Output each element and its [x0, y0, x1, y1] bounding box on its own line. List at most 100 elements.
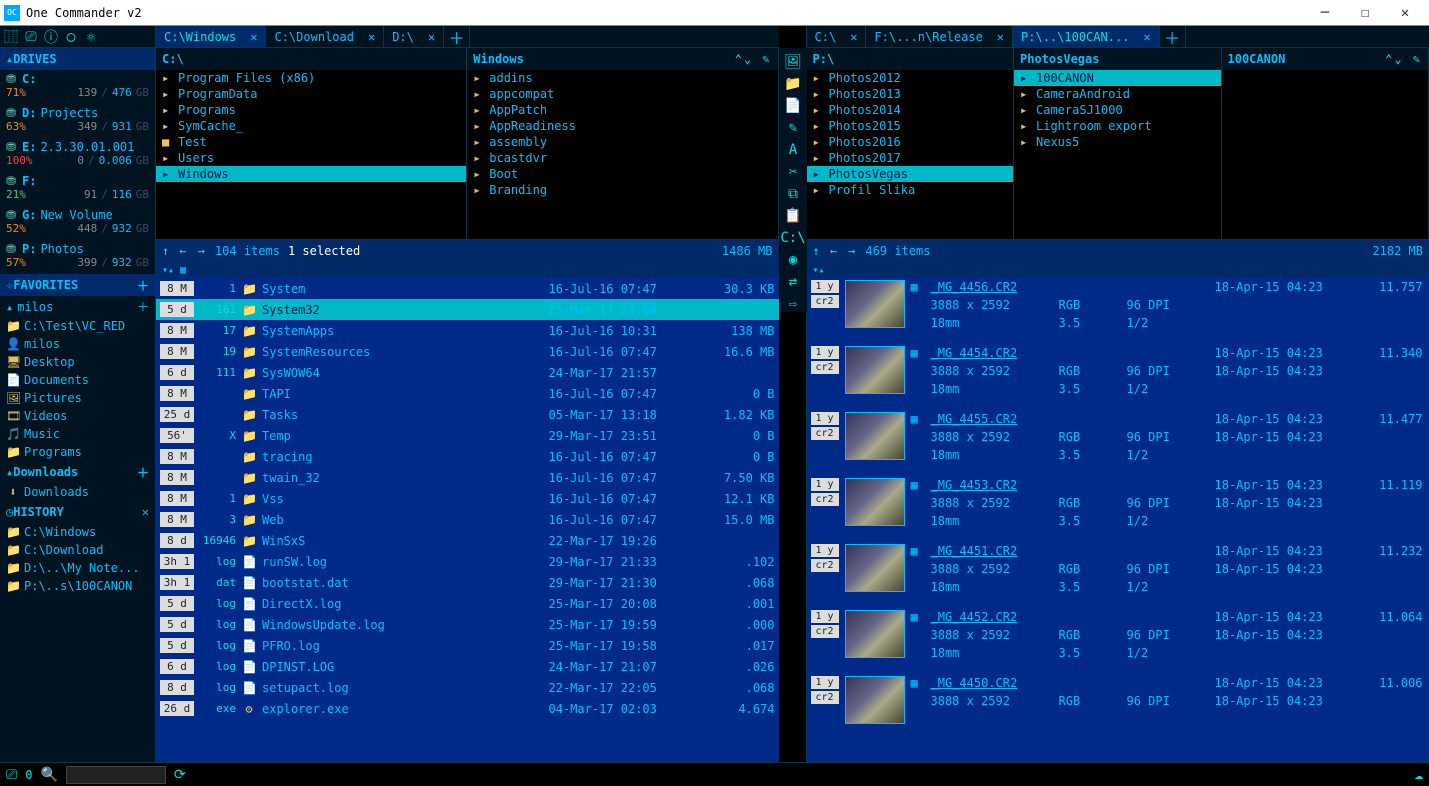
column-item[interactable]: ▸SymCache_	[156, 118, 466, 134]
drive-item[interactable]: ⛃F: 21%91/116GB	[0, 172, 155, 206]
close-tab-icon[interactable]: ✕	[1143, 30, 1150, 44]
drive-item[interactable]: ⛃E:2.3.30.01.001 100%0/0.006GB	[0, 138, 155, 172]
favorite-item[interactable]: 🖼Pictures	[0, 389, 155, 407]
plus-icon[interactable]: ＋	[137, 298, 149, 315]
favorite-item[interactable]: 📁C:\Test\VC_RED	[0, 317, 155, 335]
plus-icon[interactable]: ＋	[137, 464, 149, 481]
tab[interactable]: D:\✕	[384, 26, 444, 47]
transfer-icon[interactable]: ⇄	[789, 274, 797, 290]
arrow-right-icon[interactable]: ⇨	[789, 296, 797, 312]
image-icon[interactable]: 🖼	[784, 54, 802, 70]
column-item[interactable]: ▸Photos2016	[807, 134, 1014, 150]
file-row[interactable]: 5 d161📁System3225-Mar-17 20:08	[156, 299, 779, 320]
history-item[interactable]: 📁P:\..s\100CANON	[0, 577, 155, 595]
close-tab-icon[interactable]: ✕	[250, 30, 257, 44]
tab[interactable]: P:\..\100CAN...✕	[1013, 26, 1160, 47]
file-row[interactable]: 8 M📁tracing16-Jul-16 07:470 B	[156, 446, 779, 467]
file-row[interactable]: 8 dlog📄setupact.log22-Mar-17 22:05.068	[156, 677, 779, 698]
history-item[interactable]: 📁D:\..\My Note...	[0, 559, 155, 577]
history-item[interactable]: 📁C:\Windows	[0, 523, 155, 541]
tab[interactable]: F:\...n\Release✕	[866, 26, 1013, 47]
column-item[interactable]: ▸ProgramData	[156, 86, 466, 102]
favorite-item[interactable]: 🖥Desktop	[0, 353, 155, 371]
downloads-header[interactable]: ▴ Downloads ＋	[0, 461, 155, 483]
nav-up-icon[interactable]: ↑	[162, 244, 171, 258]
left-sort-header[interactable]: ▾▴ ▦	[156, 262, 779, 278]
column-item[interactable]: ▸CameraAndroid	[1014, 86, 1221, 102]
tab[interactable]: C:\Download✕	[266, 26, 384, 47]
new-file-icon[interactable]: 📄	[784, 98, 801, 114]
column-item[interactable]: ▸CameraSJ1000	[1014, 102, 1221, 118]
drive-item[interactable]: ⛃G:New Volume 52%448/932GB	[0, 206, 155, 240]
photo-row[interactable]: 1 ycr2 ▦ _MG_4455.CR218-Apr-15 04:2311.4…	[807, 410, 1429, 476]
refresh-icon[interactable]: ⟳	[174, 767, 186, 783]
close-tab-icon[interactable]: ✕	[368, 30, 375, 44]
column-item[interactable]: ■Test	[156, 134, 466, 150]
favorite-item[interactable]: 🎵Music	[0, 425, 155, 443]
column-item[interactable]: ▸Photos2014	[807, 102, 1014, 118]
favorite-item[interactable]: 🎞Videos	[0, 407, 155, 425]
panel-icon[interactable]: ⿲	[2, 27, 20, 47]
column-item[interactable]: ▸Branding	[467, 182, 777, 198]
column-item[interactable]: ▸PhotosVegas	[807, 166, 1014, 182]
column-item[interactable]: ▸Users	[156, 150, 466, 166]
column-item[interactable]: ▸AppReadiness	[467, 118, 777, 134]
column-item[interactable]: ▸Photos2013	[807, 86, 1014, 102]
sliders-icon[interactable]: ⎚	[22, 29, 40, 45]
column-header[interactable]: Windows⌃⌄ ✎	[467, 48, 777, 70]
photo-row[interactable]: 1 ycr2 ▦ _MG_4450.CR218-Apr-15 04:2311.0…	[807, 674, 1429, 740]
history-header[interactable]: ◷ HISTORY ✕	[0, 501, 155, 523]
minimize-button[interactable]: ─	[1305, 1, 1345, 25]
photo-row[interactable]: 1 ycr2 ▦ _MG_4452.CR218-Apr-15 04:2311.0…	[807, 608, 1429, 674]
edit-icon[interactable]: ✎	[789, 120, 797, 136]
column-item[interactable]: ▸Windows	[156, 166, 466, 182]
file-row[interactable]: 8 M19📁SystemResources16-Jul-16 07:4716.6…	[156, 341, 779, 362]
column-item[interactable]: ▸100CANON	[1014, 70, 1221, 86]
column-item[interactable]: ▸Boot	[467, 166, 777, 182]
sync-icon[interactable]: ☁	[1415, 767, 1423, 783]
tab[interactable]: C:\✕	[807, 26, 867, 47]
add-tab-button[interactable]: ＋	[444, 26, 470, 47]
cut-icon[interactable]: ✂	[789, 164, 797, 180]
queue-icon[interactable]: ⎚	[6, 767, 17, 783]
atom-icon[interactable]: ⚛	[82, 29, 100, 45]
right-sort-header[interactable]: ▾▴	[807, 262, 1429, 278]
column-item[interactable]: ▸appcompat	[467, 86, 777, 102]
column-item[interactable]: ▸AppPatch	[467, 102, 777, 118]
history-item[interactable]: 📁C:\Download	[0, 541, 155, 559]
column-item[interactable]: ▸addins	[467, 70, 777, 86]
file-row[interactable]: 8 M📁twain_3216-Jul-16 07:477.50 KB	[156, 467, 779, 488]
file-row[interactable]: 5 dlog📄WindowsUpdate.log25-Mar-17 19:59.…	[156, 614, 779, 635]
file-row[interactable]: 8 d16946📁WinSxS22-Mar-17 19:26	[156, 530, 779, 551]
favorites-header[interactable]: ☆ FAVORITES ＋	[0, 274, 155, 296]
drive-item[interactable]: ⛃D:Projects 63%349/931GB	[0, 104, 155, 138]
nav-back-icon[interactable]: ← →	[179, 244, 207, 258]
column-item[interactable]: ▸bcastdvr	[467, 150, 777, 166]
nav-up-icon[interactable]: ↑	[813, 244, 822, 258]
nav-back-icon[interactable]: ← →	[830, 244, 858, 258]
close-tab-icon[interactable]: ✕	[997, 30, 1004, 44]
column-header[interactable]: PhotosVegas	[1014, 48, 1221, 70]
drive-item[interactable]: ⛃C: 71%139/476GB	[0, 70, 155, 104]
add-tab-button[interactable]: ＋	[1160, 26, 1186, 47]
right-photolist[interactable]: 1 ycr2 ▦ _MG_4456.CR218-Apr-15 04:2311.7…	[807, 278, 1429, 786]
close-tab-icon[interactable]: ✕	[428, 30, 435, 44]
favorite-item[interactable]: 👤milos	[0, 335, 155, 353]
column-item[interactable]: ▸Lightroom export	[1014, 118, 1221, 134]
file-row[interactable]: 8 M📁TAPI16-Jul-16 07:470 B	[156, 383, 779, 404]
column-header[interactable]: P:\	[807, 48, 1014, 70]
new-folder-icon[interactable]: 📁	[784, 76, 801, 92]
column-item[interactable]: ▸assembly	[467, 134, 777, 150]
clipboard-icon[interactable]: 📋	[784, 208, 801, 224]
info-icon[interactable]: ⓘ	[42, 27, 60, 47]
file-row[interactable]: 3h 1log📄runSW.log29-Mar-17 21:33.102	[156, 551, 779, 572]
close-icon[interactable]: ✕	[142, 505, 149, 519]
file-row[interactable]: 56'X📁Temp29-Mar-17 23:510 B	[156, 425, 779, 446]
column-arrows-icon[interactable]: ⌃⌄ ✎	[1385, 52, 1422, 66]
drives-header[interactable]: ▴ DRIVES	[0, 48, 155, 70]
maximize-button[interactable]: ☐	[1345, 1, 1385, 25]
file-row[interactable]: 3h 1dat📄bootstat.dat29-Mar-17 21:30.068	[156, 572, 779, 593]
column-item[interactable]: ▸Photos2012	[807, 70, 1014, 86]
file-row[interactable]: 5 dlog📄DirectX.log25-Mar-17 20:08.001	[156, 593, 779, 614]
file-row[interactable]: 8 M1📁Vss16-Jul-16 07:4712.1 KB	[156, 488, 779, 509]
